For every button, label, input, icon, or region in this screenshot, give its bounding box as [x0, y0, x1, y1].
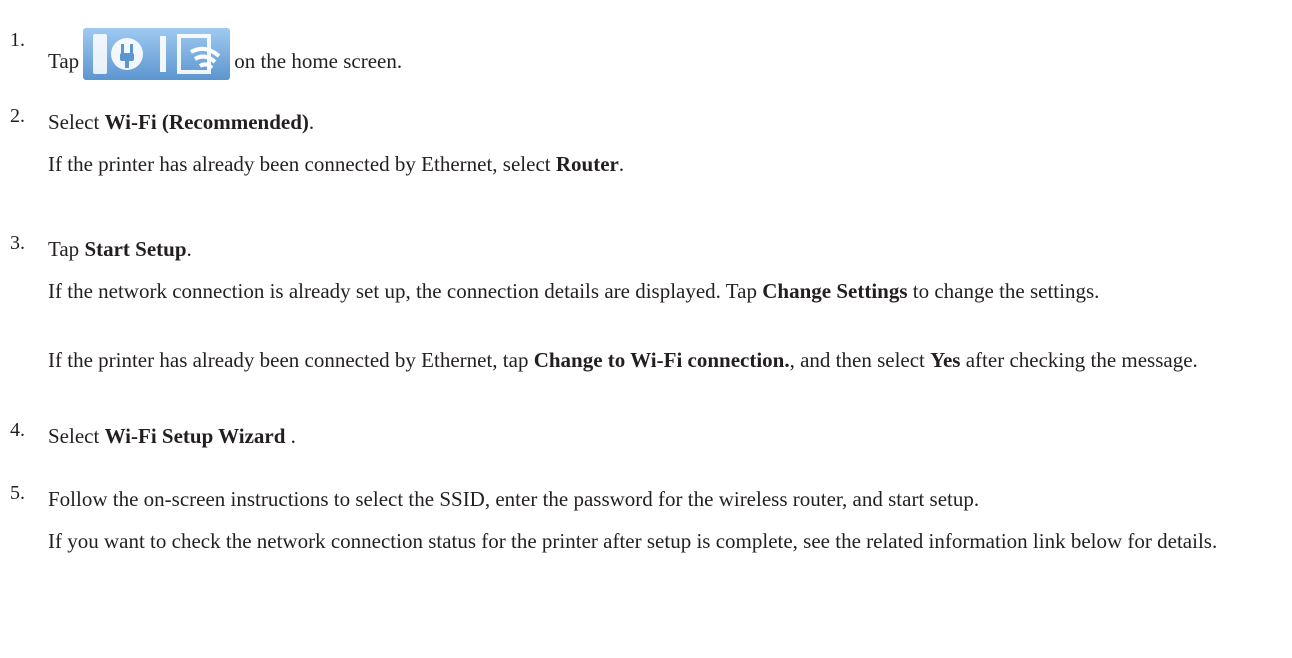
note-text: If the printer has already been connecte… — [48, 152, 556, 176]
step-number: 1. — [10, 29, 25, 51]
step-number: 4. — [10, 419, 25, 441]
step-3-note-1: If the network connection is already set… — [48, 277, 1263, 305]
note-text: to change the settings. — [907, 279, 1100, 303]
menu-option-router: Router — [555, 152, 619, 176]
punctuation: . — [618, 152, 625, 176]
step-5-instruction: Follow the on-screen instructions to sel… — [48, 487, 980, 511]
menu-option-start-setup: Start Setup — [84, 237, 187, 261]
step-3-instruction: Tap Start Setup. — [48, 235, 192, 263]
network-status-icon — [83, 28, 231, 80]
step-number: 5. — [10, 482, 25, 504]
step-4-instruction: Select Wi-Fi Setup Wizard . — [48, 422, 296, 450]
step-number: 3. — [10, 232, 25, 254]
instruction-text: on the home screen. — [234, 49, 403, 73]
step-number: 2. — [10, 105, 25, 127]
instruction-text: Select — [48, 424, 105, 448]
instruction-text: Tap — [48, 49, 80, 73]
menu-option-yes: Yes — [930, 348, 961, 372]
step-2-note: If the printer has already been connecte… — [48, 150, 624, 178]
note-text: after checking the message. — [960, 348, 1198, 372]
instruction-text: Select — [48, 110, 105, 134]
menu-option-change-settings: Change Settings — [762, 279, 908, 303]
step-3-note-2: If the printer has already been connecte… — [48, 346, 1263, 374]
menu-option-wifi-recommended: Wi-Fi (Recommended) — [104, 110, 309, 134]
instruction-text: Tap — [48, 237, 85, 261]
step-1-instruction: Tap on the home screen. — [48, 28, 402, 80]
punctuation: . — [285, 424, 296, 448]
note-text: , and then select — [789, 348, 931, 372]
menu-option-wifi-setup-wizard: Wi-Fi Setup Wizard — [104, 424, 286, 448]
note-text: If the printer has already been connecte… — [48, 348, 534, 372]
menu-option-change-to-wifi: Change to Wi-Fi connection. — [533, 348, 790, 372]
step-2-instruction: Select Wi-Fi (Recommended). — [48, 108, 314, 136]
punctuation: . — [308, 110, 315, 134]
note-text: If the network connection is already set… — [48, 279, 763, 303]
punctuation: . — [186, 237, 192, 261]
step-5-note: If you want to check the network connect… — [48, 529, 1218, 553]
